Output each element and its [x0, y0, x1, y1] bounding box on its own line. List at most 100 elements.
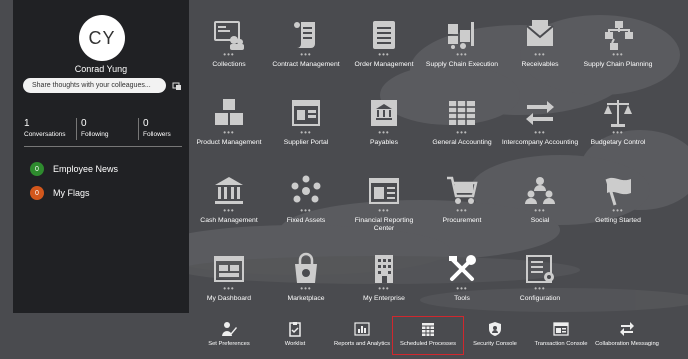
profile-panel: CY Conrad Yung Share thoughts with your … — [13, 0, 189, 313]
stat-followers[interactable]: 0 Followers — [143, 118, 171, 142]
dock-worklist[interactable]: Worklist — [259, 321, 331, 348]
spreadsheet-icon — [449, 101, 475, 125]
boxes-icon — [215, 99, 243, 125]
shopping-bag-icon — [295, 252, 317, 283]
badge-label: Employee News — [53, 164, 119, 174]
tile-product-management[interactable]: ••• Product Management — [190, 96, 268, 147]
stat-value: 1 — [24, 118, 30, 129]
dock-security-console[interactable]: Security Console — [459, 321, 531, 348]
count-badge: 0 — [30, 162, 44, 176]
tile-financial-reporting-center[interactable]: ••• Financial Reporting Center — [345, 174, 423, 232]
tile-label: Intercompany Accounting — [501, 139, 579, 146]
tile-marketplace[interactable]: ••• Marketplace — [267, 252, 345, 303]
tile-configuration[interactable]: ••• Configuration — [501, 252, 579, 303]
tile-contract-management[interactable]: ••• Contract Management — [267, 18, 345, 69]
stat-value: 0 — [81, 118, 87, 129]
dock-collaboration-messaging[interactable]: Collaboration Messaging — [591, 321, 663, 348]
avatar[interactable]: CY — [79, 15, 125, 61]
tile-label: My Dashboard — [206, 295, 252, 302]
dock-label: Scheduled Processes — [399, 341, 457, 347]
flag-icon — [605, 177, 631, 206]
tile-budgetary-control[interactable]: ••• Budgetary Control — [579, 96, 657, 147]
tile-label: Order Management — [354, 61, 414, 68]
tile-label: Configuration — [519, 295, 561, 302]
tile-procurement[interactable]: ••• Procurement — [423, 174, 501, 225]
tile-general-accounting[interactable]: ••• General Accounting — [423, 96, 501, 147]
more-dots: ••• — [378, 284, 390, 293]
more-dots: ••• — [534, 284, 546, 293]
configuration-icon — [526, 255, 554, 283]
tile-label: Fixed Assets — [286, 217, 326, 224]
more-dots: ••• — [378, 50, 390, 59]
balance-scale-icon — [604, 100, 632, 127]
more-dots: ••• — [612, 206, 624, 215]
stats-row: 1 Conversations 0 Following 0 Followers — [24, 118, 184, 142]
dock-label: Worklist — [284, 341, 306, 347]
tile-label: Contract Management — [272, 61, 340, 68]
tile-fixed-assets[interactable]: ••• Fixed Assets — [267, 174, 345, 225]
tile-payables[interactable]: ••• Payables — [345, 96, 423, 147]
dock-set-preferences[interactable]: Set Preferences — [193, 321, 265, 348]
more-dots: ••• — [223, 50, 235, 59]
tile-label: Cash Management — [200, 217, 258, 224]
dock-reports-and-analytics[interactable]: Reports and Analytics — [326, 321, 398, 348]
dock-label: Reports and Analytics — [333, 341, 391, 347]
user-name[interactable]: Conrad Yung — [13, 64, 189, 74]
tile-cash-management[interactable]: ••• Cash Management — [190, 174, 268, 225]
tile-label: Social — [530, 217, 550, 224]
dashboard-icon — [214, 256, 244, 282]
tile-label: Financial Reporting Center — [354, 217, 414, 232]
tile-my-enterprise[interactable]: ••• My Enterprise — [345, 252, 423, 303]
tile-label: Collections — [212, 61, 246, 68]
divider — [24, 146, 182, 147]
tile-collections[interactable]: ••• Collections — [190, 18, 268, 69]
flow-diagram-icon — [605, 21, 633, 50]
bank-ledger-icon — [371, 100, 397, 126]
more-dots: ••• — [456, 206, 468, 215]
dock-scheduled-processes[interactable]: Scheduled Processes — [392, 316, 464, 355]
shield-icon — [489, 322, 501, 336]
tools-icon — [449, 255, 476, 281]
tile-receivables[interactable]: ••• Receivables — [501, 18, 579, 69]
divider — [138, 118, 139, 140]
tile-tools[interactable]: ••• Tools — [423, 252, 501, 303]
order-list-icon — [373, 21, 395, 49]
console-window-icon — [553, 322, 569, 336]
bank-building-icon — [215, 177, 243, 204]
stat-conversations[interactable]: 1 Conversations — [24, 118, 66, 142]
shopping-cart-icon — [447, 176, 478, 204]
my-flags-link[interactable]: 0 My Flags — [30, 185, 90, 201]
tile-order-management[interactable]: ••• Order Management — [345, 18, 423, 69]
share-thoughts-input[interactable]: Share thoughts with your colleagues... — [23, 78, 166, 93]
more-dots: ••• — [223, 284, 235, 293]
more-dots: ••• — [300, 284, 312, 293]
asset-cycle-icon — [291, 175, 321, 203]
tile-supply-chain-planning[interactable]: ••• Supply Chain Planning — [579, 18, 657, 69]
collections-icon — [214, 21, 244, 50]
tile-supply-chain-execution[interactable]: ••• Supply Chain Execution — [423, 18, 501, 69]
people-network-icon — [525, 177, 555, 204]
tile-label: Procurement — [442, 217, 482, 224]
more-dots: ••• — [612, 50, 624, 59]
share-icon[interactable] — [172, 81, 182, 91]
tile-label: Supply Chain Planning — [583, 61, 653, 68]
tile-label: Supply Chain Execution — [425, 61, 499, 68]
stat-following[interactable]: 0 Following — [81, 118, 108, 142]
employee-news-link[interactable]: 0 Employee News — [30, 161, 118, 177]
more-dots: ••• — [223, 128, 235, 137]
dock-label: Transaction Console — [534, 341, 588, 347]
more-dots: ••• — [378, 206, 390, 215]
tile-my-dashboard[interactable]: ••• My Dashboard — [190, 252, 268, 303]
tile-label: Product Management — [196, 139, 262, 146]
tile-getting-started[interactable]: ••• Getting Started — [579, 174, 657, 225]
count-badge: 0 — [30, 186, 44, 200]
tile-social[interactable]: ••• Social — [501, 174, 579, 225]
more-dots: ••• — [456, 50, 468, 59]
dock-label: Collaboration Messaging — [595, 341, 659, 347]
more-dots: ••• — [534, 128, 546, 137]
tile-supplier-portal[interactable]: ••• Supplier Portal — [267, 96, 345, 147]
dock-label: Set Preferences — [208, 341, 250, 347]
tile-intercompany-accounting[interactable]: ••• Intercompany Accounting — [501, 96, 579, 147]
dock-transaction-console[interactable]: Transaction Console — [525, 321, 597, 348]
more-dots: ••• — [534, 206, 546, 215]
